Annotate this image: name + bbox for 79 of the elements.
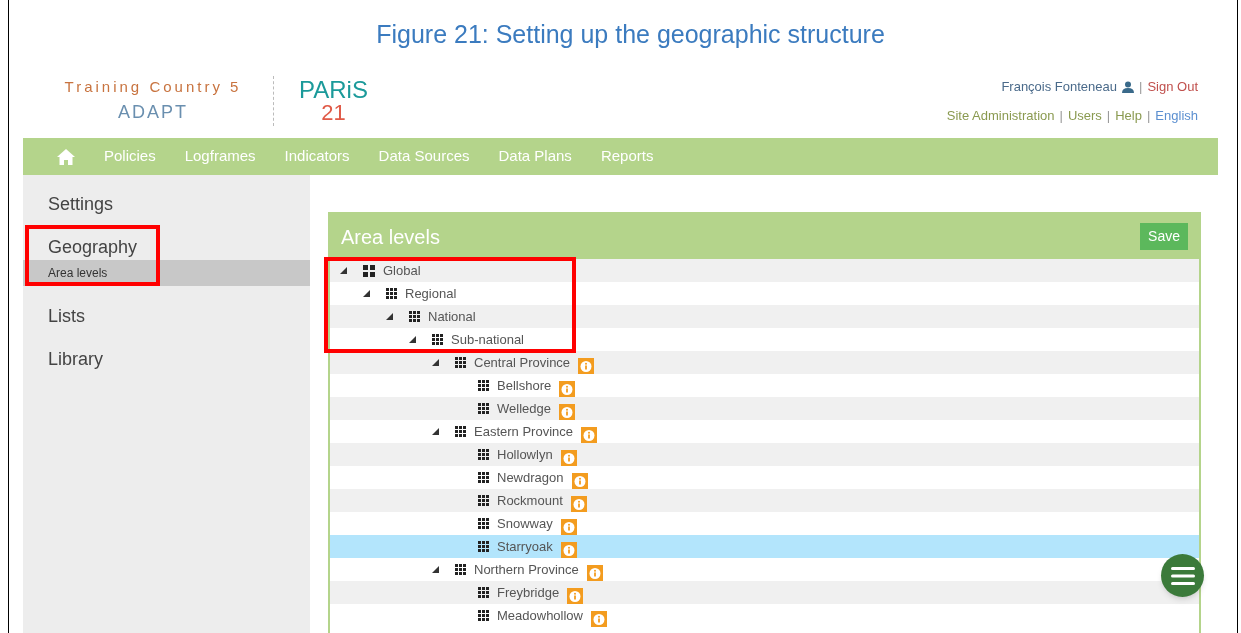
- grid-icon: [478, 449, 489, 460]
- grid-icon: [478, 472, 489, 483]
- figure-title: Figure 21: Setting up the geographic structure: [376, 19, 885, 50]
- separator: |: [1106, 106, 1111, 125]
- tree-row[interactable]: Welledge: [330, 397, 1199, 420]
- info-icon[interactable]: [567, 587, 584, 604]
- sidebar-item[interactable]: Settings: [48, 191, 114, 218]
- tree-label: Newdragon: [497, 468, 564, 487]
- tree-label: National: [428, 307, 476, 326]
- caret-icon[interactable]: [340, 267, 347, 274]
- tree-label: Meadowhollow: [497, 606, 583, 625]
- info-icon[interactable]: [586, 564, 603, 581]
- tree-row[interactable]: National: [330, 305, 1199, 328]
- grid-icon: [455, 357, 466, 368]
- user-icon: [1122, 80, 1134, 93]
- tree-label: Northern Province: [474, 560, 579, 579]
- grid-icon: [432, 334, 443, 345]
- tree-label: Freybridge: [497, 583, 560, 602]
- grid-icon: [478, 541, 489, 552]
- tree-label: Snowway: [497, 514, 553, 533]
- tree-label: Regional: [405, 284, 457, 303]
- tree-row[interactable]: Hollowlyn: [330, 443, 1199, 466]
- grid-icon: [409, 311, 420, 322]
- grid-icon: [478, 403, 489, 414]
- grid-icon: [478, 380, 489, 391]
- grid-icon: [478, 610, 489, 621]
- logo-number: 21: [321, 102, 346, 124]
- caret-icon[interactable]: [432, 566, 439, 573]
- info-icon[interactable]: [578, 357, 595, 374]
- tree-label: Global: [383, 261, 421, 280]
- info-icon[interactable]: [560, 541, 577, 558]
- grid-icon: [455, 426, 466, 437]
- caret-icon[interactable]: [432, 428, 439, 435]
- info-icon[interactable]: [559, 380, 576, 397]
- grid-icon: [478, 587, 489, 598]
- sidebar-item[interactable]: Geography: [48, 234, 138, 261]
- info-icon[interactable]: [571, 472, 588, 489]
- tree-label: Bellshore: [497, 376, 552, 395]
- caret-icon[interactable]: [386, 313, 393, 320]
- tree-label: Eastern Province: [474, 422, 573, 441]
- tree-label: Welledge: [497, 399, 551, 418]
- tree-row[interactable]: Freybridge: [330, 581, 1199, 604]
- separator: |: [1146, 106, 1151, 125]
- tree-row[interactable]: Rockmount: [330, 489, 1199, 512]
- caret-icon[interactable]: [363, 290, 370, 297]
- info-icon[interactable]: [558, 403, 575, 420]
- grid-icon: [478, 518, 489, 529]
- caret-icon[interactable]: [409, 336, 416, 343]
- sidebar-item[interactable]: Lists: [48, 303, 85, 330]
- info-icon[interactable]: [581, 426, 597, 443]
- sidebar-item[interactable]: Library: [48, 346, 104, 373]
- brand-subtitle: ADAPT: [118, 100, 188, 124]
- tree-label: Hollowlyn: [497, 445, 553, 464]
- tree-label: Sub-national: [451, 330, 524, 349]
- grid-icon: [478, 495, 489, 506]
- panel-title: Area levels: [341, 224, 440, 250]
- caret-icon[interactable]: [432, 359, 439, 366]
- info-icon[interactable]: [560, 449, 577, 466]
- tree-label: Starryoak: [497, 537, 553, 556]
- separator: |: [1139, 78, 1143, 96]
- menu-icon: [1170, 566, 1195, 585]
- tree-row[interactable]: Central Province: [330, 351, 1199, 374]
- info-icon[interactable]: [570, 495, 587, 512]
- info-icon[interactable]: [591, 610, 607, 627]
- tree-label: Central Province: [474, 353, 571, 372]
- tree-row[interactable]: Global: [330, 259, 1199, 282]
- tree-label: Rockmount: [497, 491, 563, 510]
- sign-out-link[interactable]: Sign Out: [1147, 77, 1198, 97]
- home-icon[interactable]: [57, 148, 75, 165]
- grid-icon: [386, 288, 397, 299]
- tree-row[interactable]: Starryoak: [330, 535, 1199, 558]
- user-name[interactable]: François Fonteneau: [1001, 77, 1117, 97]
- separator: |: [1059, 106, 1063, 125]
- grid-icon: [455, 564, 466, 575]
- brand-name: Training Country 5: [64, 77, 242, 98]
- info-icon[interactable]: [560, 518, 577, 535]
- logo-text: PARiS: [299, 78, 368, 102]
- sidebar-subitem[interactable]: Area levels: [23, 260, 310, 286]
- grid-icon: [363, 264, 375, 277]
